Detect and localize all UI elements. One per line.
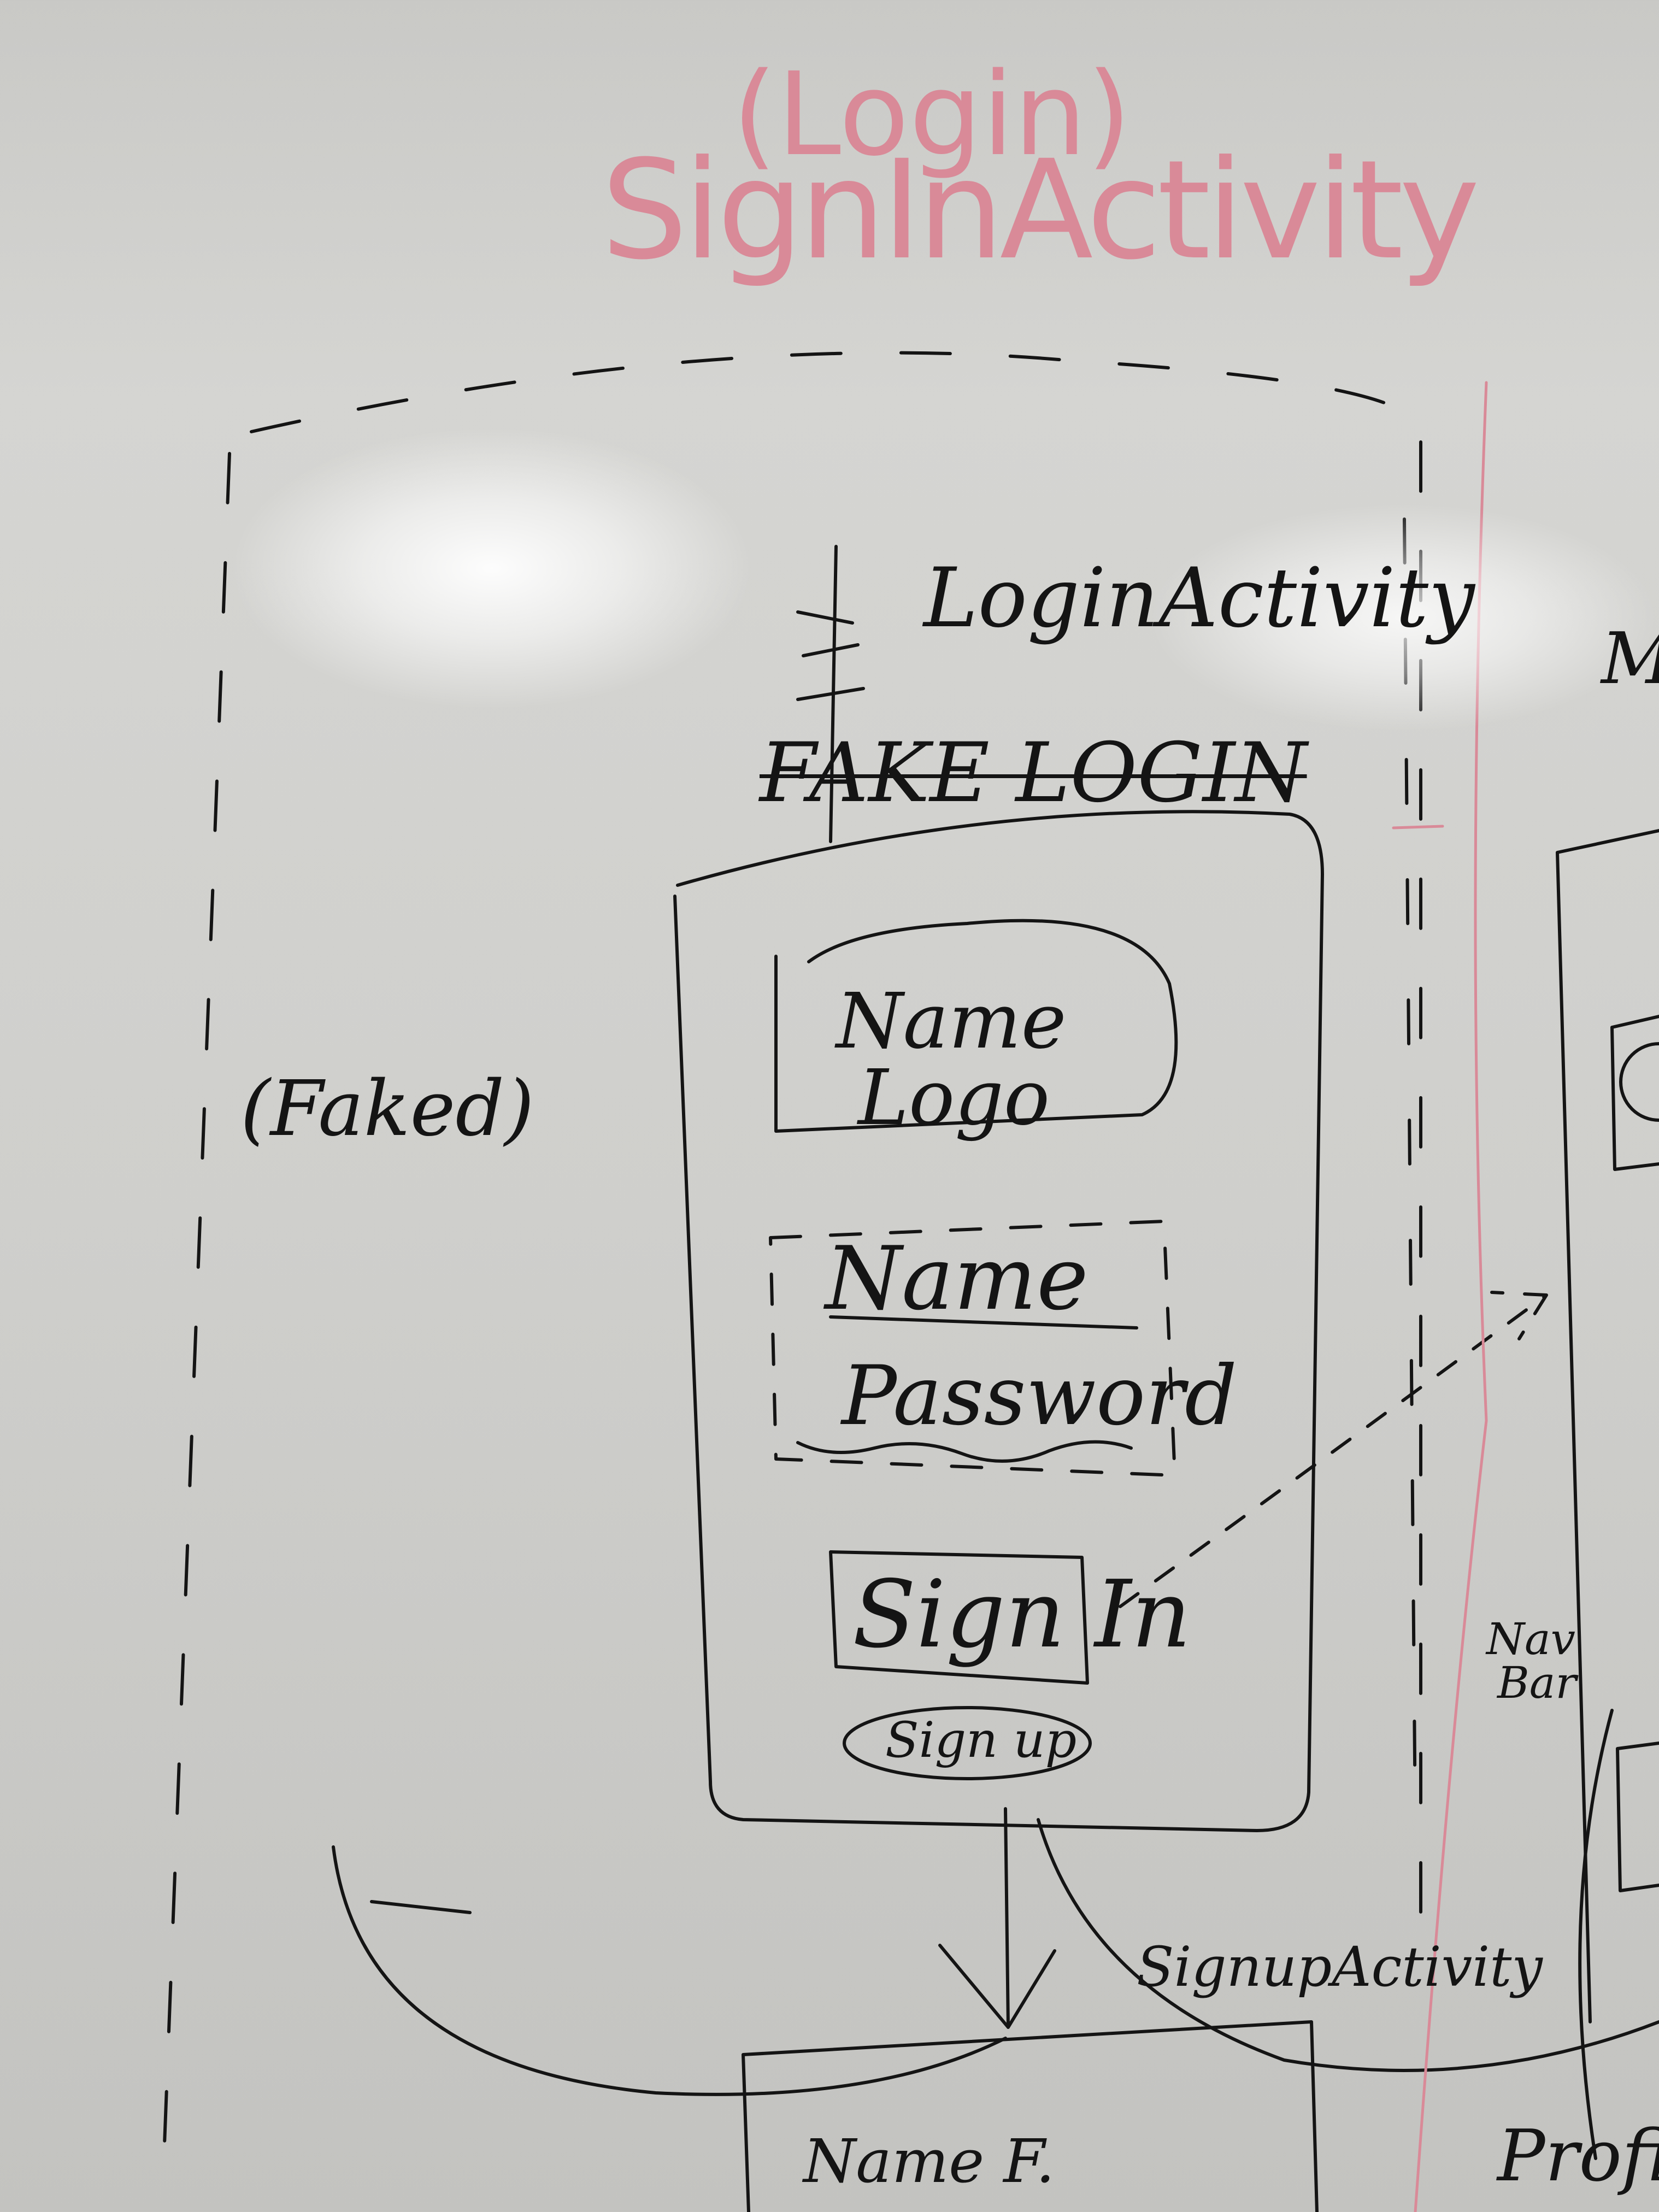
loop-curve-left: [332, 1845, 1007, 2096]
profile-circle: [1619, 1042, 1659, 1122]
edge-m-label: M: [1601, 623, 1659, 694]
sign-up-label: Sign up: [885, 1711, 1077, 1769]
main-screen-frame: [1556, 829, 1659, 2023]
profile-label: Profile: [1497, 2114, 1659, 2197]
fake-login-label: FAKE LOGIN: [760, 726, 1307, 821]
faked-note: (Faked): [240, 1064, 534, 1154]
red-small-mark: [1392, 825, 1444, 829]
name-logo-line1: Name: [836, 977, 1067, 1066]
down-arrow: [938, 1807, 1056, 2029]
name-f-label: Name F.: [803, 2126, 1055, 2196]
short-stroke-left: [370, 1900, 472, 1914]
name-field-label: Name: [825, 1227, 1089, 1329]
password-field-underline: [796, 1440, 1133, 1463]
signup-activity-label: SignupActivity: [1137, 1935, 1543, 1999]
right-screen-widgets: [1610, 1015, 1659, 1892]
password-field-label: Password: [842, 1349, 1237, 1444]
sign-in-label: Sign In: [852, 1561, 1191, 1669]
nav-bar-line1: Nav: [1486, 1614, 1575, 1664]
login-activity-label: LoginActivity: [923, 551, 1475, 646]
name-logo-line2: Logo: [858, 1054, 1050, 1143]
nav-bar-line2: Bar: [1497, 1657, 1576, 1708]
heading-title: SignInActivity: [601, 131, 1480, 290]
dashed-right-boundary: [1403, 517, 1417, 1827]
